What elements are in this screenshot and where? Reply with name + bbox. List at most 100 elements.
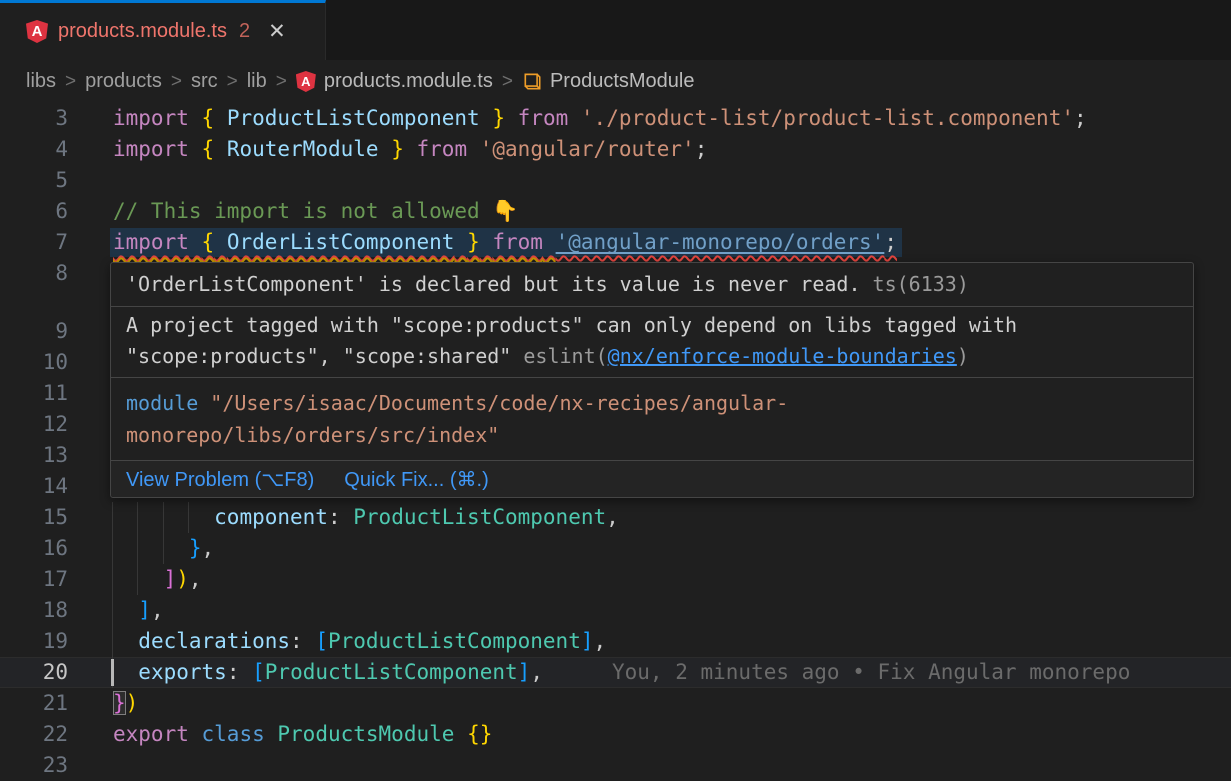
code-line-3[interactable]: 3import { ProductListComponent } from '.… [0, 103, 1231, 134]
code-token: from [417, 137, 468, 161]
code-line-5[interactable]: 5 [0, 165, 1231, 196]
code-token: ; [1074, 106, 1087, 130]
tab-bar: A products.module.ts 2 ✕ [0, 0, 1231, 60]
code-token: ) [176, 567, 189, 591]
chevron-right-icon: > [493, 71, 522, 93]
code-token [341, 505, 354, 529]
error-hover-popup: 'OrderListComponent' is declared but its… [110, 262, 1194, 498]
code-token: } [492, 106, 505, 130]
line-number-15[interactable]: 15 [0, 502, 68, 533]
line-number-19[interactable]: 19 [0, 626, 68, 657]
line-number-21[interactable]: 21 [0, 688, 68, 719]
code-token [239, 660, 252, 684]
line-number-8[interactable]: 8 [0, 258, 68, 289]
line-number-16[interactable]: 16 [0, 533, 68, 564]
code-text-19: declarations: [ProductListComponent], [113, 626, 606, 657]
breadcrumb-item-file[interactable]: products.module.ts [324, 70, 493, 93]
code-token: : [328, 505, 341, 529]
code-token [113, 505, 214, 529]
code-token [113, 598, 138, 622]
code-line-22[interactable]: 22 export class ProductsModule {} [0, 719, 1231, 750]
hover-ts-code: ts(6133) [861, 272, 969, 296]
hover-eslint-text: "scope:products", "scope:shared" [126, 344, 523, 368]
hover-eslint-line1: A project tagged with "scope:products" c… [126, 310, 1178, 341]
code-token: , [189, 567, 202, 591]
code-token: 👇 [492, 199, 518, 223]
code-line-21[interactable]: 21}) [0, 688, 1231, 719]
hover-eslint-line2: "scope:products", "scope:shared" eslint(… [126, 341, 1178, 372]
line-number-17[interactable]: 17 [0, 564, 68, 595]
code-line-20[interactable]: 20 exports: [ProductListComponent],You, … [0, 657, 1231, 688]
code-token: declarations [138, 629, 290, 653]
code-line-18[interactable]: 18 ], [0, 595, 1231, 626]
code-token [379, 137, 392, 161]
code-token: ] [518, 660, 531, 684]
class-symbol-icon [522, 71, 543, 92]
code-line-19[interactable]: 19 declarations: [ProductListComponent], [0, 626, 1231, 657]
code-token: ] [581, 629, 594, 653]
code-token [214, 106, 227, 130]
breadcrumb-item-libs[interactable]: libs [26, 70, 56, 93]
breadcrumb-item-symbol[interactable]: ProductsModule [550, 70, 695, 93]
line-number-14[interactable]: 14 [0, 471, 68, 502]
code-line-23[interactable]: 23 [0, 750, 1231, 781]
line-number-7[interactable]: 7 [0, 227, 68, 258]
line-number-23[interactable]: 23 [0, 750, 68, 781]
quick-fix-button[interactable]: Quick Fix... (⌘.) [344, 467, 488, 492]
code-line-7[interactable]: 7 import { OrderListComponent } from '@an… [0, 227, 1231, 258]
code-token [543, 230, 556, 254]
breadcrumb-item-lib[interactable]: lib [247, 70, 267, 93]
hover-eslint-diagnostic: A project tagged with "scope:products" c… [111, 306, 1193, 377]
code-line-6[interactable]: 6 // This import is not allowed 👇 [0, 196, 1231, 227]
code-token [214, 137, 227, 161]
line-number-5[interactable]: 5 [0, 165, 68, 196]
code-token: ProductListComponent [328, 629, 581, 653]
line-number-22[interactable]: 22 [0, 719, 68, 750]
line-number-20[interactable]: 20 [0, 657, 68, 688]
angular-file-icon: A [296, 71, 316, 92]
line-number-10[interactable]: 10 [0, 347, 68, 378]
code-token: '@angular-monorepo/orders' [556, 230, 885, 254]
line-number-13[interactable]: 13 [0, 440, 68, 471]
code-token: import [113, 106, 189, 130]
breadcrumb-item-products[interactable]: products [85, 70, 162, 93]
line-number-4[interactable]: 4 [0, 134, 68, 165]
code-text-22: export class ProductsModule {} [113, 719, 492, 750]
code-line-15[interactable]: 15 component: ProductListComponent, [0, 502, 1231, 533]
code-token: : [227, 660, 240, 684]
code-line-4[interactable]: 4import { RouterModule } from '@angular/… [0, 134, 1231, 165]
code-token [404, 137, 417, 161]
close-icon[interactable]: ✕ [268, 21, 286, 42]
code-text-6: // This import is not allowed 👇 [113, 196, 518, 227]
code-token: , [594, 629, 607, 653]
breadcrumb-item-src[interactable]: src [191, 70, 218, 93]
code-text-15: component: ProductListComponent, [113, 502, 619, 533]
code-token: , [202, 536, 215, 560]
code-token [189, 106, 202, 130]
line-number-18[interactable]: 18 [0, 595, 68, 626]
line-number-9[interactable]: 9 [0, 316, 68, 347]
code-token: ; [695, 137, 708, 161]
code-token [189, 137, 202, 161]
code-token: , [530, 660, 543, 684]
line-number-6[interactable]: 6 [0, 196, 68, 227]
eslint-rule-link[interactable]: @nx/enforce-module-boundaries [608, 344, 957, 368]
code-line-17[interactable]: 17 ]), [0, 564, 1231, 595]
code-token: : [290, 629, 303, 653]
line-number-12[interactable]: 12 [0, 409, 68, 440]
tab-products-module[interactable]: A products.module.ts 2 ✕ [0, 0, 326, 60]
line-number-3[interactable]: 3 [0, 103, 68, 134]
error-squiggle: import { OrderListComponent } from '@ang… [113, 230, 897, 254]
code-token: ProductListComponent [353, 505, 606, 529]
tab-problem-badge: 2 [239, 20, 250, 43]
hover-ts-diagnostic: 'OrderListComponent' is declared but its… [111, 263, 1193, 306]
view-problem-button[interactable]: View Problem (⌥F8) [126, 467, 314, 492]
code-line-16[interactable]: 16 }, [0, 533, 1231, 564]
hover-eslint-source-close: ) [957, 344, 969, 368]
code-token [214, 230, 227, 254]
line-number-11[interactable]: 11 [0, 378, 68, 409]
chevron-right-icon: > [56, 71, 85, 93]
code-text-18: ], [113, 595, 164, 626]
breadcrumb: libs > products > src > lib > A products… [0, 60, 1231, 103]
code-token: export [113, 722, 189, 746]
